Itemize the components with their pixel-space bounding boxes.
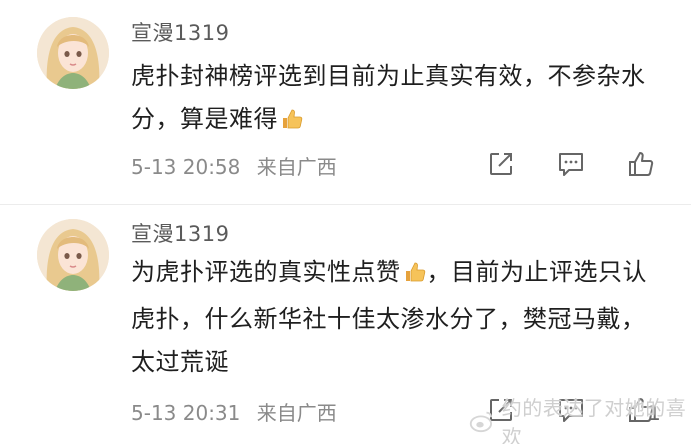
comment-text-content: 虎扑封神榜评选到目前为止真实有效，不参杂水分，算是难得 — [131, 62, 646, 133]
thumbs-up-icon — [629, 152, 654, 176]
avatar[interactable] — [37, 17, 109, 89]
comment-meta: 5-13 20:31 来自广西 — [131, 397, 347, 426]
like-button[interactable] — [626, 149, 656, 179]
avatar[interactable] — [37, 219, 109, 291]
comment-text: 虎扑封神榜评选到目前为止真实有效，不参杂水分，算是难得 — [131, 55, 661, 145]
thumbs-up-emoji-icon — [280, 102, 304, 145]
comment-location: 来自广西 — [256, 155, 337, 179]
username[interactable]: 宣漫1319 — [131, 218, 229, 248]
avatar-illustration — [37, 17, 109, 89]
weibo-logo-icon — [469, 411, 493, 433]
comment-time: 5-13 20:58 — [131, 155, 241, 179]
comment-text-content: 为虎扑评选的真实性点赞 — [131, 258, 401, 286]
share-button[interactable] — [486, 149, 516, 179]
reply-button[interactable] — [556, 149, 586, 179]
watermark: 约的表达了对她的喜欢 — [468, 396, 691, 444]
comment-text: 为虎扑评选的真实性点赞 ，目前为止评选只认虎扑，什么新华社十佳太渗水分了，樊冠马戴… — [131, 251, 661, 384]
comment-meta: 5-13 20:58 来自广西 — [131, 151, 347, 180]
username[interactable]: 宣漫1319 — [131, 17, 229, 47]
comment-item: 宣漫1319 虎扑封神榜评选到目前为止真实有效，不参杂水分，算是难得 5-13 … — [0, 0, 691, 205]
thumbs-up-emoji-icon — [403, 255, 427, 298]
comment-icon — [559, 153, 583, 176]
avatar-illustration — [37, 219, 109, 291]
comment-location: 来自广西 — [256, 401, 337, 425]
comment-time: 5-13 20:31 — [131, 401, 241, 425]
share-icon — [490, 153, 512, 175]
watermark-text: 约的表达了对她的喜欢 — [501, 396, 687, 444]
